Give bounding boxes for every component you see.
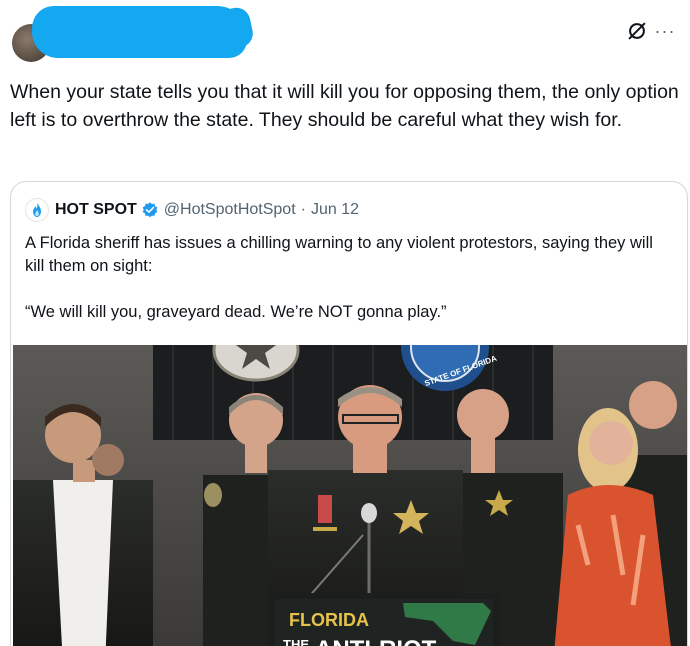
- quoted-handle[interactable]: @HotSpotHotSpot: [164, 201, 296, 219]
- podium-text-florida: FLORIDA: [289, 610, 369, 630]
- verified-badge-icon: [142, 202, 158, 218]
- separator-dot: ·: [300, 201, 306, 218]
- quoted-avatar[interactable]: [25, 198, 49, 222]
- quoted-text: A Florida sheriff has issues a chilling …: [25, 232, 675, 347]
- quoted-text-line: A Florida sheriff has issues a chilling …: [25, 234, 653, 275]
- tweet-header: ···: [10, 6, 676, 70]
- quoted-tweet[interactable]: HOT SPOT @HotSpotHotSpot · Jun 12 A Flor…: [10, 181, 688, 646]
- redacted-username: [32, 6, 247, 58]
- flame-icon: [33, 203, 41, 217]
- quoted-date[interactable]: Jun 12: [311, 201, 359, 219]
- grok-icon[interactable]: [626, 20, 648, 42]
- press-conference-photo: STATE OF FLORIDA FLORIDA THE: [13, 345, 687, 646]
- tweet-text: When your state tells you that it will k…: [10, 81, 679, 131]
- quoted-media-image[interactable]: STATE OF FLORIDA FLORIDA THE: [13, 345, 687, 646]
- podium-text-the: THE: [283, 637, 309, 646]
- more-icon[interactable]: ···: [654, 20, 676, 42]
- quoted-text-quote: “We will kill you, graveyard dead. We’re…: [25, 303, 447, 321]
- quoted-tweet-header: HOT SPOT @HotSpotHotSpot · Jun 12: [25, 198, 359, 222]
- quoted-author-name[interactable]: HOT SPOT: [55, 201, 137, 219]
- tweet-card[interactable]: ··· When your state tells you that it wi…: [0, 0, 690, 646]
- podium-text-antiriot: ANTI-RIOT: [315, 636, 437, 646]
